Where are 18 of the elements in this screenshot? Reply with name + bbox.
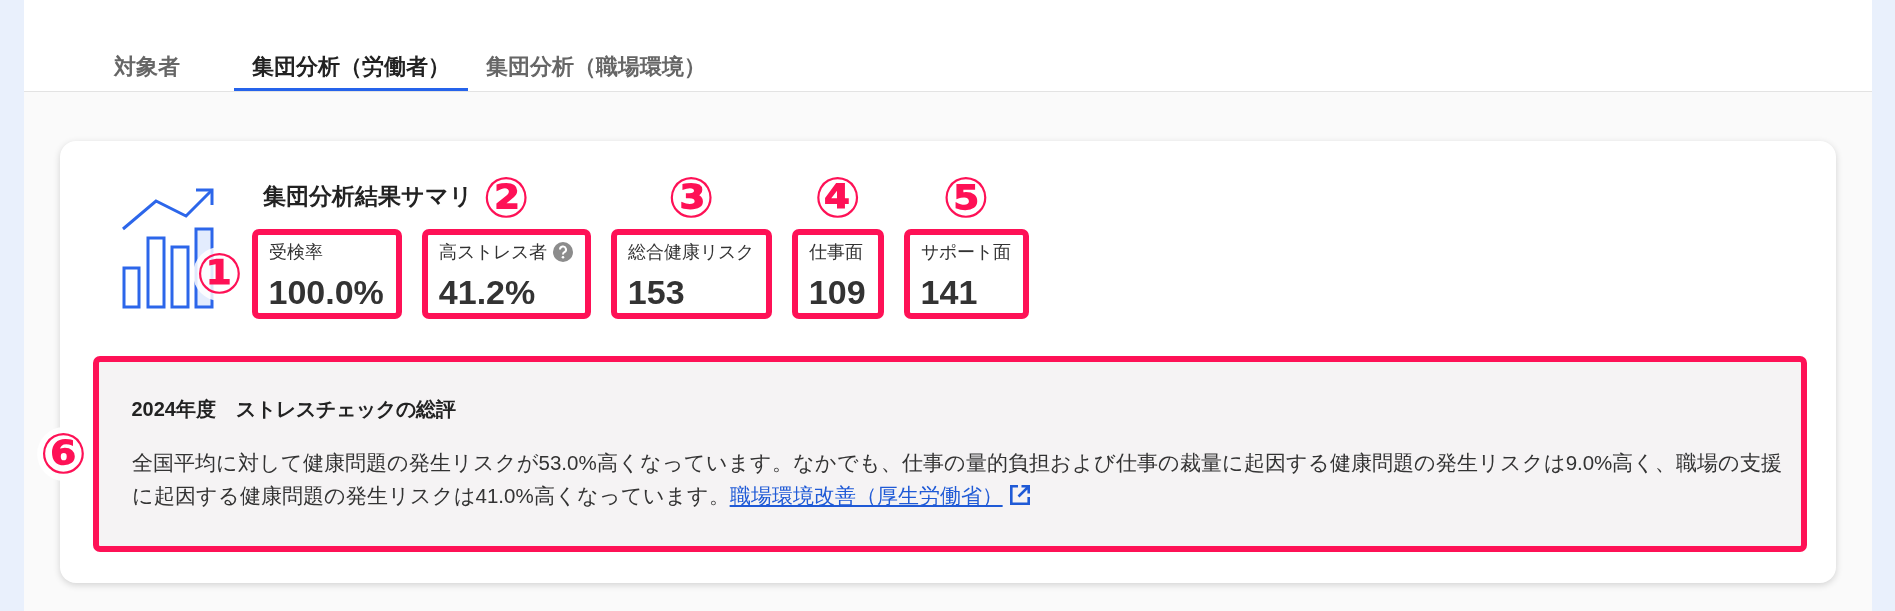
- tab[interactable]: 集団分析（職場環境）: [467, 45, 724, 91]
- commentary-title: 2024年度 ストレスチェックの総評: [131, 397, 457, 422]
- metric-value: 109: [808, 272, 866, 312]
- metric-value: 41.2%: [438, 272, 537, 312]
- metric-label: 受検率: [268, 241, 323, 264]
- tab[interactable]: 対象者: [59, 45, 234, 91]
- metric-value: 100.0%: [268, 272, 384, 312]
- summary-title: 集団分析結果サマリ: [262, 183, 473, 209]
- metric-label: サポート面: [920, 241, 1011, 264]
- external-link[interactable]: 職場環境改善（厚生労働省）: [729, 484, 1031, 507]
- metric-value: 141: [920, 272, 979, 312]
- help-icon[interactable]: [552, 242, 573, 262]
- commentary-text: 全国平均に対して健康問題の発生リスクが53.0%高くなっています。なかでも、仕事の量的負担および仕事の裁量に起因する健康問題の発生リスクは9.0%高く、職場の支援に起因する健康問題の発生リスクは41.0%高くなっています。職場環境改善（厚生労働省）: [131, 450, 1784, 509]
- tab[interactable]: 集団分析（労働者）: [233, 45, 468, 91]
- metric-value: 153: [627, 272, 686, 312]
- metric-label: 総合健康リスク: [627, 241, 754, 264]
- metric-label: 仕事面: [808, 241, 863, 264]
- metric-label: 高ストレス者: [438, 241, 547, 264]
